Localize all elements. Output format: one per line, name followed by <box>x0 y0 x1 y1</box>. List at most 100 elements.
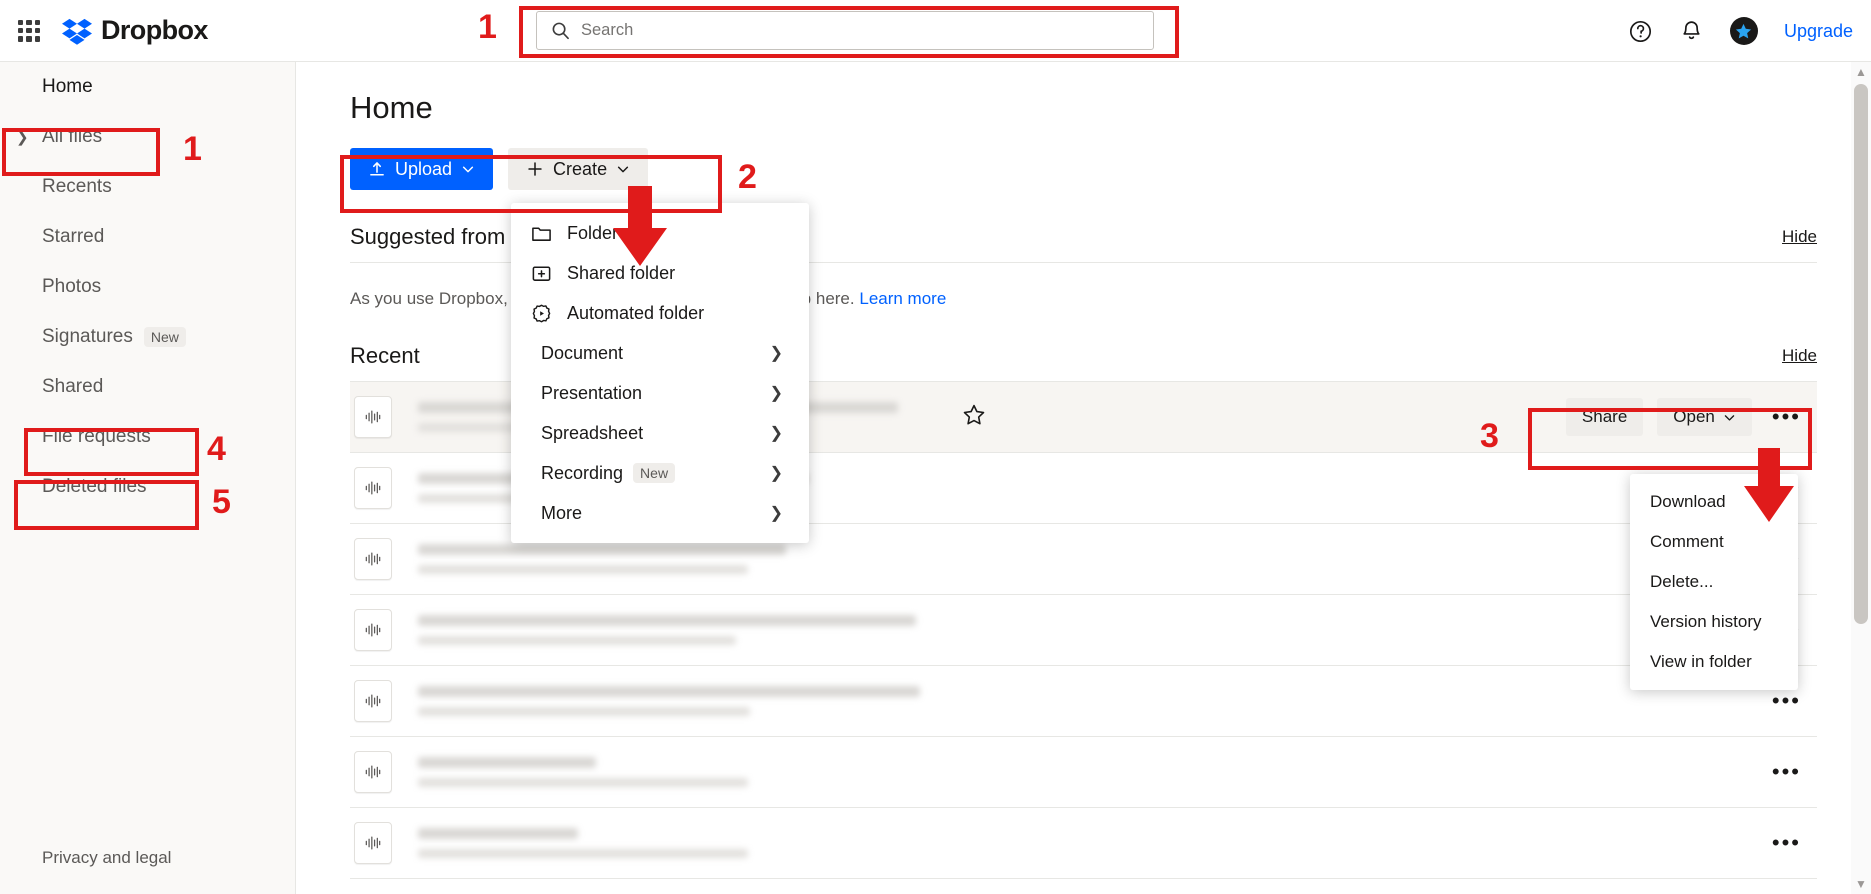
chevron-right-icon: ❯ <box>770 343 783 363</box>
create-menu-item-label: Recording <box>541 463 623 484</box>
search-box[interactable] <box>536 11 1154 50</box>
sidebar-item-file-requests[interactable]: File requests <box>0 412 295 462</box>
row-actions: ••• <box>1766 761 1807 783</box>
context-menu-item-view-in-folder[interactable]: View in folder <box>1630 642 1798 682</box>
sidebar-item-all-files[interactable]: ❯ All files <box>0 112 295 162</box>
search-input[interactable] <box>581 21 1153 40</box>
scroll-down-arrow[interactable]: ▼ <box>1851 874 1871 894</box>
audio-waveform-icon <box>363 407 383 427</box>
automated-folder-icon <box>531 303 557 324</box>
sidebar-item-shared[interactable]: Shared <box>0 362 295 412</box>
app-grid-icon[interactable] <box>18 20 40 42</box>
file-meta <box>418 615 1817 645</box>
scroll-up-arrow[interactable]: ▲ <box>1851 62 1871 82</box>
upload-button[interactable]: Upload <box>350 148 493 190</box>
chevron-down-icon <box>1723 411 1736 424</box>
create-label: Create <box>553 159 607 180</box>
file-type-icon <box>354 822 392 864</box>
dropbox-logo[interactable]: Dropbox <box>62 15 208 46</box>
suggested-hide-link[interactable]: Hide <box>1782 227 1817 247</box>
create-menu-item-recording[interactable]: RecordingNew❯ <box>511 453 809 493</box>
upgrade-link[interactable]: Upgrade <box>1784 21 1853 42</box>
signatures-new-badge: New <box>144 327 186 347</box>
privacy-and-legal-link[interactable]: Privacy and legal <box>42 848 171 868</box>
sidebar-item-signatures[interactable]: Signatures New <box>0 312 295 362</box>
create-menu-item-label: More <box>541 503 582 524</box>
file-meta <box>418 757 1817 787</box>
search-container <box>536 11 1154 50</box>
file-type-icon <box>354 396 392 438</box>
main-scrollbar[interactable]: ▲ ▼ <box>1851 62 1871 894</box>
table-row[interactable]: ••• <box>350 737 1817 808</box>
table-row[interactable]: ••• <box>350 808 1817 879</box>
recent-hide-link[interactable]: Hide <box>1782 346 1817 366</box>
chevron-right-icon: ❯ <box>770 383 783 403</box>
table-row[interactable]: ••• <box>350 595 1817 666</box>
create-menu-item-document[interactable]: Document ❯ <box>511 333 809 373</box>
audio-waveform-icon <box>363 620 383 640</box>
table-row[interactable]: ••• <box>350 666 1817 737</box>
open-button[interactable]: Open <box>1657 398 1752 436</box>
create-menu-item-label: Automated folder <box>567 303 704 324</box>
sidebar-item-label: Deleted files <box>42 476 147 498</box>
annotation-number-4-file-requests: 4 <box>207 430 226 469</box>
star-icon-button[interactable] <box>962 403 986 432</box>
shared-folder-icon <box>531 263 557 284</box>
file-subtext <box>418 778 748 787</box>
avatar-star-icon <box>1734 22 1753 41</box>
file-subtext <box>418 636 736 645</box>
audio-waveform-icon <box>363 549 383 569</box>
sidebar-item-deleted-files[interactable]: Deleted files <box>0 462 295 512</box>
file-name <box>418 686 920 697</box>
scrollbar-thumb[interactable] <box>1854 84 1868 624</box>
sidebar-item-label: Recents <box>42 176 112 198</box>
ellipsis-icon[interactable]: ••• <box>1766 761 1807 783</box>
create-menu-item-label: Presentation <box>541 383 642 404</box>
file-type-icon <box>354 538 392 580</box>
star-icon <box>962 403 986 427</box>
sidebar-item-photos[interactable]: Photos <box>0 262 295 312</box>
create-menu-item-more[interactable]: More❯ <box>511 493 809 533</box>
sidebar-item-label: Starred <box>42 226 104 248</box>
sidebar-item-label: Signatures <box>42 326 133 348</box>
row-actions: ••• <box>1766 832 1807 854</box>
audio-waveform-icon <box>363 762 383 782</box>
bell-icon[interactable] <box>1679 19 1704 44</box>
file-name <box>418 544 786 555</box>
file-subtext <box>418 707 750 716</box>
sidebar-item-recents[interactable]: Recents <box>0 162 295 212</box>
dropbox-home-page: Dropbox <box>0 0 1871 894</box>
audio-waveform-icon <box>363 478 383 498</box>
file-subtext <box>418 565 748 574</box>
dropbox-glyph-icon <box>62 16 92 46</box>
context-menu-item-comment[interactable]: Comment <box>1630 522 1798 562</box>
context-menu-item-delete[interactable]: Delete... <box>1630 562 1798 602</box>
suggested-learn-more-link[interactable]: Learn more <box>859 289 946 308</box>
create-menu-item-automated-folder[interactable]: Automated folder <box>511 293 809 333</box>
upload-icon <box>368 160 386 178</box>
share-button[interactable]: Share <box>1566 398 1643 436</box>
search-icon <box>551 21 570 40</box>
annotation-number-5-deleted-files: 5 <box>212 483 231 522</box>
audio-waveform-icon <box>363 691 383 711</box>
file-meta <box>418 686 1817 716</box>
sidebar: Home ❯ All files Recents Starred Photos … <box>0 62 296 894</box>
create-button[interactable]: Create <box>508 148 648 190</box>
ellipsis-icon[interactable]: ••• <box>1766 690 1807 712</box>
sidebar-item-home[interactable]: Home <box>0 62 295 112</box>
annotation-number-2-create: 2 <box>738 158 757 197</box>
help-circle-icon[interactable] <box>1628 19 1653 44</box>
create-menu-item-presentation[interactable]: Presentation ❯ <box>511 373 809 413</box>
file-meta <box>418 828 1817 858</box>
context-menu-item-version-history[interactable]: Version history <box>1630 602 1798 642</box>
file-type-icon <box>354 680 392 722</box>
create-menu-item-spreadsheet[interactable]: Spreadsheet❯ <box>511 413 809 453</box>
create-menu-item-label: Document <box>541 343 623 364</box>
avatar[interactable] <box>1730 17 1758 45</box>
sidebar-item-label: Photos <box>42 276 101 298</box>
topbar-right-cluster: Upgrade <box>1628 0 1853 62</box>
sidebar-item-starred[interactable]: Starred <box>0 212 295 262</box>
ellipsis-icon[interactable]: ••• <box>1766 406 1807 428</box>
action-bar: Upload Create <box>350 148 1871 190</box>
ellipsis-icon[interactable]: ••• <box>1766 832 1807 854</box>
